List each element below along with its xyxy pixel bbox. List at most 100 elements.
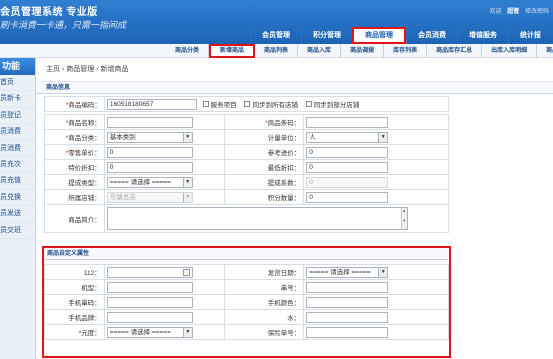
subnav-transfer[interactable]: 商品调拨 [341,44,385,58]
nav-points[interactable]: 积分管理 [301,27,352,44]
subnav-stock-summary[interactable]: 商品库存汇总 [427,44,483,58]
app-title: 会员管理系统 专业版 [0,7,98,18]
subnav-category[interactable]: 商品分类 [166,44,210,58]
unit-select[interactable]: 人 ▼ [306,131,389,143]
nav-consume[interactable]: 会员消费 [406,27,457,44]
shop-select[interactable]: 东塘总店 ▼ [106,191,193,203]
subnav-new-goods[interactable]: 新增商品 [209,44,256,58]
desc-label: 商品简介： [44,204,105,233]
top-links: 欢迎 超管 修改密码 [486,6,549,15]
chevron-down-icon: ▼ [182,327,192,337]
code-input[interactable]: 160518180657 [106,98,197,110]
f112-label: 112： [44,264,105,280]
change-password-link[interactable]: 修改密码 [525,9,549,15]
shop-label: 所属店铺： [44,189,105,205]
welcome-text: 欢迎 [489,9,502,15]
phone-brand-input[interactable] [106,311,193,323]
nav-value-added[interactable]: 增值服务 [457,27,508,44]
phone-color-label: 手机颜色： [223,294,305,310]
points-input[interactable]: 0 [306,191,389,203]
sidebar-item-handover[interactable]: 员交班 [0,223,35,239]
subnav-goods-list[interactable]: 商品列表 [255,44,299,58]
ship-date-select[interactable]: ===== 请选择 ===== ▼ [306,266,389,278]
app-slogan: 刷卡消费一卡通，只需一指间成 [0,21,127,31]
category-select[interactable]: 基本类别 ▼ [106,131,193,143]
commission-ratio-input[interactable]: 0 [306,176,389,188]
section-title-custom: 商品自定义属性 [44,248,449,260]
name-label: 商品名称： [68,120,101,127]
water-label: 水： [223,309,305,325]
sidebar-item-recharge[interactable]: 员充值 [0,173,35,190]
subnav-stock-list[interactable]: 库存列表 [384,44,428,58]
service-label: 服务项目 [210,102,237,109]
barcode-input[interactable] [306,116,389,128]
sidebar-item-new-card[interactable]: 员新卡 [0,91,35,108]
commission-type-select[interactable]: ===== 请选择 ===== ▼ [106,176,193,188]
desc-textarea[interactable]: ▲ ▼ [106,207,408,230]
code-label: *商品编码： [44,96,105,112]
main-content: 主页 › 商品管理 › 新增商品 商品信息 *商品编码： 16051818065… [36,58,553,359]
min-discount-input[interactable]: 0 [306,161,389,173]
price-input[interactable]: 0 [106,146,193,158]
chevron-down-icon: ▼ [378,132,388,142]
model-input[interactable] [106,281,193,293]
nav-member[interactable]: 会员管理 [250,27,301,44]
water-input[interactable] [306,311,389,323]
unit-label: 计量单位： [223,129,305,145]
main-nav: 会员管理 积分管理 商品管理 会员消费 增值服务 统计报 [250,27,552,44]
sidebar-item-send[interactable]: 员发送 [0,206,35,223]
chevron-down-icon: ▼ [182,192,192,202]
sync-part-checkbox[interactable] [305,101,312,107]
charge-select[interactable]: ===== 请选择 ===== ▼ [106,326,193,338]
phone-brand-label: 手机品牌： [44,309,105,325]
special-price-input[interactable]: 0 [106,161,193,173]
f112-date-input[interactable] [106,266,193,278]
name-input[interactable] [106,116,193,128]
phone-serial-input[interactable] [106,296,193,308]
ref-price-label: 参考进价： [223,144,305,160]
sidebar-item-home[interactable]: 首页 [0,75,35,92]
subnav-inout-detail[interactable]: 出库入库明细 [482,44,538,58]
sidebar: 功能 首页 员新卡 员登记 员消费 员消费 员充次 员充值 员兑换 员发送 员交… [0,58,36,359]
charge-label: *元度： [44,324,105,340]
special-price-label: 特价折扣： [44,159,105,175]
warranty-label: 保险单号： [223,324,305,340]
sidebar-title: 功能 [0,58,35,75]
nav-goods[interactable]: 商品管理 [352,27,406,44]
phone-color-input[interactable] [306,296,389,308]
sidebar-item-exchange[interactable]: 员兑换 [0,190,35,207]
goods-info-form: *商品编码： 160518180657 服务项目 同步到所有店铺 同步到部分店铺 [44,96,450,112]
calendar-icon[interactable] [182,268,190,276]
sync-part-label: 同步到部分店铺 [313,102,360,109]
ship-date-label: 发货日期： [223,264,305,280]
current-user[interactable]: 超管 [507,9,519,15]
subnav-more[interactable]: 商品 [537,44,553,58]
sidebar-item-recharge-times[interactable]: 员充次 [0,157,35,174]
sync-all-label: 同步到所有店铺 [252,102,298,109]
sidebar-item-consume[interactable]: 员消费 [0,124,35,141]
sync-all-checkbox[interactable] [244,101,251,107]
sidebar-item-register[interactable]: 员登记 [0,108,35,125]
app-header: 会员管理系统 专业版 刷卡消费一卡通，只需一指间成 欢迎 超管 修改密码 会员管… [0,0,553,44]
sidebar-item-consume-2[interactable]: 员消费 [0,141,35,157]
serial-input[interactable] [306,281,389,293]
chevron-down-icon: ▼ [182,132,192,142]
category-label: 商品分类： [68,135,101,142]
custom-attributes-form: 112： 发货日期： ===== 请选择 ===== ▼ 机型： 串号： 手机串码… [44,264,449,340]
warranty-input[interactable] [306,326,389,338]
service-checkbox[interactable] [202,101,209,107]
breadcrumb: 主页 › 商品管理 › 新增商品 [36,58,553,82]
ref-price-input[interactable]: 0 [306,146,389,158]
chevron-down-icon: ▼ [182,177,192,187]
chevron-down-icon: ▼ [378,267,388,277]
textarea-scrollbar[interactable]: ▲ ▼ [400,208,407,229]
commission-ratio-label: 提成系数： [223,174,305,190]
model-label: 机型： [44,279,105,295]
min-discount-label: 最低折扣： [223,159,305,175]
nav-stats[interactable]: 统计报 [508,27,552,44]
points-label: 积分数量： [223,189,305,205]
subnav-stock-in[interactable]: 商品入库 [298,44,342,58]
sub-nav: 商品分类 新增商品 商品列表 商品入库 商品调拨 库存列表 商品库存汇总 出库入… [0,44,553,58]
section-title-info: 商品信息 [36,82,553,94]
price-label: 零售单价： [68,150,101,157]
